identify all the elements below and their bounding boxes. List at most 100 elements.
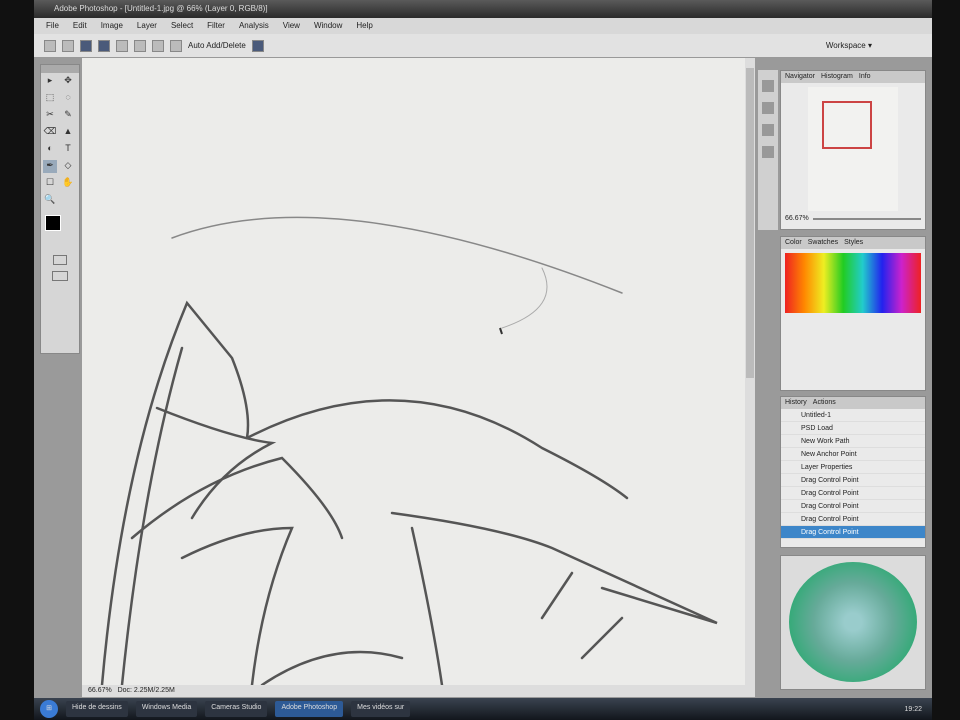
brush-tool-icon[interactable]: ✎ — [61, 109, 75, 122]
rectangle-button[interactable] — [134, 39, 146, 52]
blur-tool-icon[interactable]: ▲ — [61, 126, 75, 139]
pen-cursor — [499, 327, 503, 335]
history-item[interactable]: Drag Control Point — [781, 474, 925, 487]
doc-size: Doc: 2.25M/2.25M — [117, 687, 175, 694]
shape-tool-icon[interactable]: ◇ — [61, 160, 75, 173]
menu-bar: File Edit Image Layer Select Filter Anal… — [34, 18, 932, 34]
freeform-pen-button[interactable] — [116, 39, 128, 52]
document-canvas[interactable] — [82, 58, 745, 687]
taskbar-item[interactable]: Mes vidéos sur — [351, 701, 411, 717]
screen-mode-icon[interactable] — [52, 271, 68, 281]
zoom-slider[interactable] — [812, 217, 921, 220]
workspace-button[interactable]: Workspace ▾ — [826, 41, 872, 50]
history-item-selected[interactable]: Drag Control Point — [781, 526, 925, 539]
taskbar-item-active[interactable]: Adobe Photoshop — [275, 701, 344, 717]
tab-color[interactable]: Color — [785, 239, 802, 247]
view-box[interactable] — [822, 101, 872, 149]
history-item[interactable]: New Anchor Point — [781, 448, 925, 461]
taskbar-item[interactable]: Windows Media — [135, 701, 198, 717]
auto-add-delete-checkbox[interactable]: Auto Add/Delete — [188, 41, 246, 50]
menu-edit[interactable]: Edit — [73, 21, 87, 34]
zoom-level[interactable]: 66.67% — [88, 687, 112, 694]
dodge-tool-icon[interactable]: ◐ — [43, 143, 57, 156]
history-item[interactable]: New Work Path — [781, 435, 925, 448]
tab-histogram[interactable]: Histogram — [821, 73, 853, 81]
path-combine-button[interactable] — [251, 39, 264, 52]
ellipse-button[interactable] — [152, 39, 164, 52]
tab-swatches[interactable]: Swatches — [808, 239, 838, 247]
status-bar: 66.67% Doc: 2.25M/2.25M — [82, 685, 755, 697]
menu-layer[interactable]: Layer — [137, 21, 157, 34]
navigator-zoom[interactable]: 66.67% — [785, 215, 809, 222]
start-button[interactable]: ⊞ — [40, 700, 58, 718]
history-item-label: Drag Control Point — [801, 476, 859, 484]
swatch-grid[interactable] — [785, 253, 921, 313]
history-snapshot[interactable]: Untitled-1 — [781, 409, 925, 422]
quick-mask-icon[interactable] — [53, 255, 67, 265]
eraser-tool-icon[interactable]: ⌫ — [43, 126, 57, 139]
history-item-label: Layer Properties — [801, 463, 853, 471]
notes-tool-icon[interactable]: ☐ — [43, 177, 57, 190]
history-item-label: Drag Control Point — [801, 489, 859, 497]
history-item[interactable]: Drag Control Point — [781, 487, 925, 500]
foreground-color-swatch[interactable] — [45, 215, 61, 231]
toolbox: ▸ ✥ ⬚ ◌ ✂ ✎ ⌫ ▲ ◐ T ✒ ◇ ☐ ✋ 🔍 — [40, 64, 80, 354]
brushes-icon[interactable] — [762, 80, 774, 92]
history-item-label: New Work Path — [801, 437, 850, 445]
menu-filter[interactable]: Filter — [207, 21, 225, 34]
menu-select[interactable]: Select — [171, 21, 193, 34]
swatches-panel: Color Swatches Styles — [780, 236, 926, 391]
taskbar-item[interactable]: Cameras Studio — [205, 701, 268, 717]
scrollbar-thumb[interactable] — [746, 68, 754, 378]
snapshot-label: Untitled-1 — [801, 411, 831, 419]
navigator-thumbnail — [808, 87, 898, 211]
tab-info[interactable]: Info — [859, 73, 871, 81]
tool-presets-icon[interactable] — [762, 102, 774, 114]
crop-tool-icon[interactable]: ✂ — [43, 109, 57, 122]
menu-window[interactable]: Window — [314, 21, 342, 34]
line-button[interactable] — [170, 39, 182, 52]
tab-actions[interactable]: Actions — [813, 399, 836, 407]
tab-history[interactable]: History — [785, 399, 807, 407]
vertical-scrollbar[interactable] — [745, 58, 755, 685]
history-item[interactable]: PSD Load — [781, 422, 925, 435]
menu-view[interactable]: View — [283, 21, 300, 34]
history-item[interactable]: Drag Control Point — [781, 513, 925, 526]
move-tool-icon[interactable]: ▸ — [43, 75, 57, 88]
menu-image[interactable]: Image — [101, 21, 123, 34]
history-item-label: Drag Control Point — [801, 515, 859, 523]
marquee-tool-icon[interactable]: ⬚ — [43, 92, 57, 105]
tab-styles[interactable]: Styles — [844, 239, 863, 247]
taskbar-item[interactable]: Hide de dessins — [66, 701, 128, 717]
navigator-panel: Navigator Histogram Info 66.67% — [780, 70, 926, 230]
move-alt-tool-icon[interactable]: ✥ — [61, 75, 75, 88]
layer-comps-icon[interactable] — [762, 124, 774, 136]
history-item[interactable]: Layer Properties — [781, 461, 925, 474]
menu-analysis[interactable]: Analysis — [239, 21, 269, 34]
pen-tool-icon[interactable]: ✒ — [43, 160, 57, 173]
clock: 19:22 — [904, 705, 922, 713]
hand-tool-icon[interactable]: ✋ — [61, 177, 75, 190]
clone-source-icon[interactable] — [762, 146, 774, 158]
paths-button[interactable] — [80, 39, 92, 52]
history-panel: History Actions Untitled-1 PSD Load New W… — [780, 396, 926, 548]
history-item[interactable]: Drag Control Point — [781, 500, 925, 513]
title-bar: Adobe Photoshop - [Untitled-1.jpg @ 66% … — [34, 0, 932, 18]
window-title: Adobe Photoshop - [Untitled-1.jpg @ 66% … — [54, 4, 268, 13]
type-tool-icon[interactable]: T — [61, 143, 75, 156]
color-wheel[interactable] — [789, 562, 917, 682]
history-item-label: PSD Load — [801, 424, 833, 432]
pen-tool-preset-icon[interactable] — [44, 39, 56, 52]
zoom-tool-icon[interactable]: 🔍 — [43, 194, 57, 207]
options-bar: Auto Add/Delete Workspace ▾ — [34, 34, 932, 58]
lasso-tool-icon[interactable]: ◌ — [61, 92, 75, 105]
menu-help[interactable]: Help — [356, 21, 372, 34]
history-item-label: Drag Control Point — [801, 502, 859, 510]
pen-button[interactable] — [98, 39, 110, 52]
panel-dock — [758, 70, 778, 230]
menu-file[interactable]: File — [46, 21, 59, 34]
shape-layers-button[interactable] — [62, 39, 74, 52]
tab-navigator[interactable]: Navigator — [785, 73, 815, 81]
history-item-label: Drag Control Point — [801, 528, 859, 536]
color-wheel-panel — [780, 555, 926, 690]
